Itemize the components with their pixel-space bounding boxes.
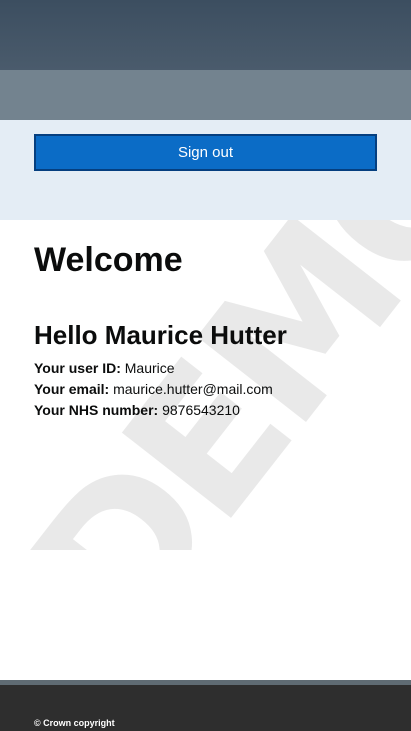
footer: © Crown copyright [0, 685, 411, 731]
nhs-number-value: 9876543210 [162, 402, 240, 418]
email-label: Your email: [34, 381, 110, 397]
navigation-bar [0, 70, 411, 120]
user-id-row: Your user ID: Maurice [34, 358, 394, 379]
nhs-number-row: Your NHS number: 9876543210 [34, 400, 394, 421]
sign-out-button[interactable]: Sign out [34, 134, 377, 171]
main-content: Welcome Hello Maurice Hutter Your user I… [34, 238, 394, 421]
nhs-number-label: Your NHS number: [34, 402, 159, 418]
copyright-text: © Crown copyright [34, 718, 115, 728]
email-value: maurice.hutter@mail.com [113, 381, 273, 397]
top-header-bar [0, 0, 411, 70]
user-id-value: Maurice [124, 360, 175, 376]
page-title: Welcome [34, 241, 183, 279]
user-id-label: Your user ID: [34, 360, 121, 376]
email-row: Your email: maurice.hutter@mail.com [34, 379, 394, 400]
user-greeting: Hello Maurice Hutter [34, 320, 287, 350]
